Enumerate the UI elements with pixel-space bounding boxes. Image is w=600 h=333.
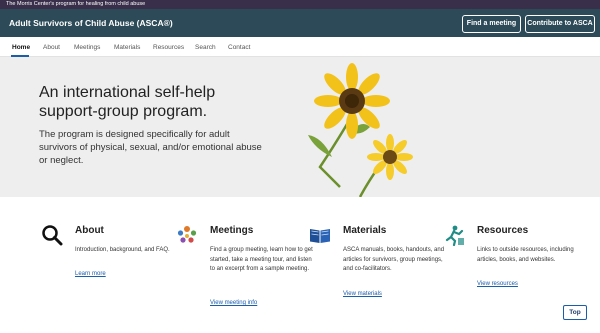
nav-home[interactable]: Home	[12, 44, 30, 51]
card-title: Materials	[343, 225, 387, 236]
card-title: About	[75, 225, 104, 236]
card-text: Introduction, background, and FAQ.	[75, 247, 170, 253]
top-banner-text: The Morris Center's program for healing …	[6, 1, 146, 7]
view-meeting-info-link[interactable]: View meeting info	[210, 300, 257, 306]
nav-meetings[interactable]: Meetings	[74, 44, 100, 51]
nav-materials[interactable]: Materials	[114, 44, 140, 51]
magnifier-icon	[42, 225, 63, 246]
view-materials-link[interactable]: View materials	[343, 291, 382, 297]
card-title: Resources	[477, 225, 529, 236]
top-banner: The Morris Center's program for healing …	[0, 0, 600, 9]
nav-resources[interactable]: Resources	[153, 44, 184, 51]
hero-section: An international self-help support-group…	[0, 57, 600, 197]
site-header: Adult Survivors of Child Abuse (ASCA®) F…	[0, 9, 600, 37]
card-text: Links to outside resources, including ar…	[477, 247, 574, 263]
back-to-top-button[interactable]: Top	[563, 305, 587, 320]
card-text: Find a group meeting, learn how to get s…	[210, 247, 313, 272]
hero-title: An international self-help support-group…	[39, 84, 216, 120]
main-nav: Home About Meetings Materials Resources …	[0, 37, 600, 57]
hero-text: The program is designed specifically for…	[39, 129, 262, 166]
site-title[interactable]: Adult Survivors of Child Abuse (ASCA®)	[9, 18, 173, 28]
find-meeting-button[interactable]: Find a meeting	[462, 15, 521, 33]
learn-more-link[interactable]: Learn more	[75, 271, 106, 277]
nav-about[interactable]: About	[43, 44, 60, 51]
feature-cards: About Introduction, background, and FAQ.…	[0, 197, 600, 333]
group-icon	[177, 226, 197, 243]
contribute-button[interactable]: Contribute to ASCA	[525, 15, 595, 33]
view-resources-link[interactable]: View resources	[477, 281, 518, 287]
book-icon	[310, 229, 330, 243]
sunflower-image	[308, 63, 413, 197]
nav-contact[interactable]: Contact	[228, 44, 250, 51]
card-title: Meetings	[210, 225, 254, 236]
card-text: ASCA manuals, books, handouts, and artic…	[343, 247, 445, 272]
climber-icon	[445, 225, 464, 246]
nav-search[interactable]: Search	[195, 44, 216, 51]
